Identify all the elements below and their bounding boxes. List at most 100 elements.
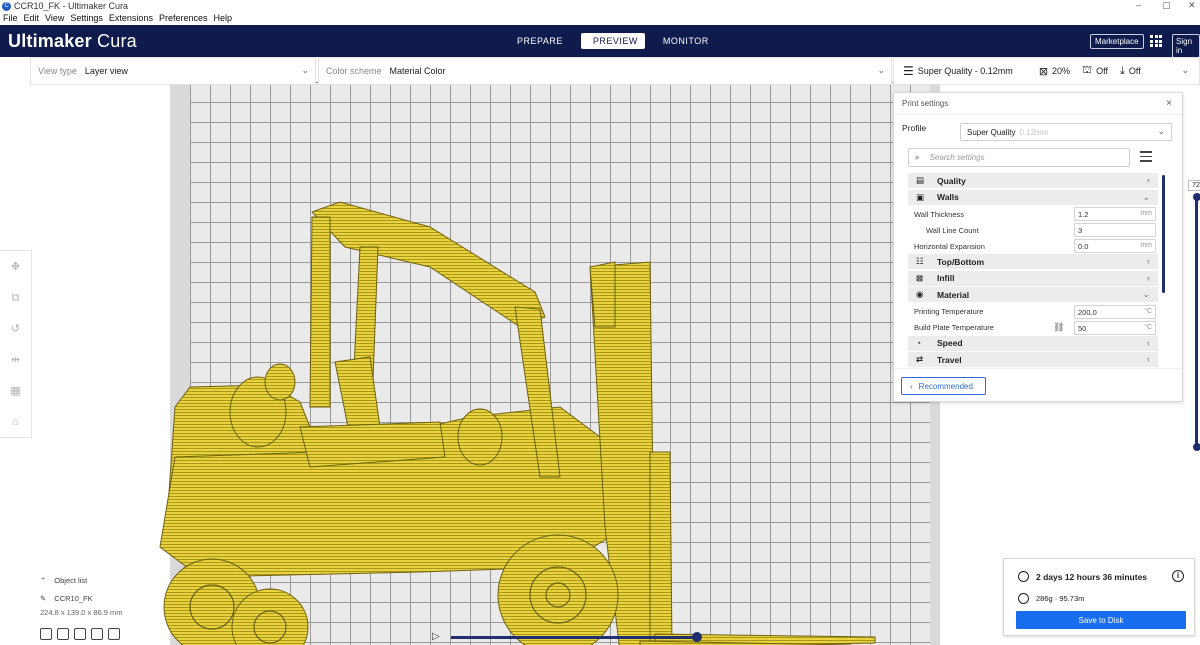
category-walls[interactable]: ▣ Walls ⌄	[908, 189, 1158, 205]
save-to-disk-button[interactable]: Save to Disk	[1016, 611, 1186, 629]
menu-extensions[interactable]: Extensions	[106, 12, 156, 25]
close-window-button[interactable]: ✕	[1188, 0, 1196, 11]
clock-icon	[1018, 571, 1029, 582]
print-settings-footer: ‹ Recommended	[894, 368, 1182, 403]
brand-logo: Ultimaker Cura	[8, 31, 137, 52]
per-model-settings-icon[interactable]: ▦	[9, 384, 23, 398]
menu-file[interactable]: File	[0, 12, 21, 25]
sign-in-button[interactable]: Sign in	[1172, 34, 1200, 58]
setting-name: Wall Line Count	[926, 225, 979, 235]
category-material[interactable]: ◉ Material ⌄	[908, 287, 1158, 302]
settings-scrollbar[interactable]	[1162, 175, 1165, 293]
object-list-item[interactable]: ✎ CCR10_FK	[40, 594, 123, 603]
adhesion-summary-text: Off	[1128, 66, 1141, 76]
menu-view[interactable]: View	[42, 12, 67, 25]
support-blocker-icon[interactable]: ⌂	[9, 415, 23, 429]
color-scheme-value: Material Color	[389, 66, 446, 76]
maximize-button[interactable]: ▢	[1162, 0, 1171, 11]
field-value: 200.0	[1078, 307, 1097, 317]
menu-edit[interactable]: Edit	[21, 12, 43, 25]
category-walls-label: Walls	[937, 192, 959, 202]
layer-number-label[interactable]: 72	[1188, 180, 1200, 191]
object-list-title: Object list	[54, 576, 88, 585]
profile-summary-text: Super Quality - 0.12mm	[917, 66, 1013, 76]
speed-gauge-icon: ◔	[916, 337, 922, 348]
profile-select[interactable]: Super Quality 0.12mm ⌄	[960, 123, 1172, 141]
layer-slider-lower-handle[interactable]	[1193, 443, 1200, 451]
adhesion-icon: ⤓	[1120, 64, 1125, 77]
recommended-label: Recommended	[918, 381, 973, 391]
setting-name: Wall Thickness	[914, 209, 965, 219]
category-travel-label: Travel	[937, 354, 962, 365]
layer-slider-upper-handle[interactable]	[1193, 193, 1200, 201]
category-topbottom[interactable]: ☷ Top/Bottom ‹	[908, 254, 1158, 269]
print-settings-header: Print settings ×	[894, 93, 1182, 115]
build-plate-temperature-field[interactable]: 50 °C	[1074, 320, 1156, 335]
apps-grid-icon[interactable]	[1150, 35, 1162, 47]
printing-temperature-field[interactable]: 200.0 °C	[1074, 304, 1156, 319]
category-quality[interactable]: ▤ Quality ‹	[908, 173, 1158, 188]
setting-wall-thickness: Wall Thickness 1.2 mm	[908, 206, 1158, 222]
support-summary-text: Off	[1096, 66, 1108, 76]
category-travel[interactable]: ⇄ Travel ‹	[908, 352, 1158, 367]
scale-tool-icon[interactable]: ⧉	[9, 291, 23, 305]
chevron-left-icon: ‹	[1147, 175, 1150, 185]
infill-summary: ⊠ 20%	[1039, 65, 1070, 78]
field-unit: mm	[1140, 242, 1152, 249]
info-icon[interactable]: i	[1172, 570, 1184, 582]
search-settings-input[interactable]: ⌕ Search settings	[908, 148, 1130, 167]
layer-path-slider-handle[interactable]	[692, 632, 702, 642]
tab-monitor[interactable]: MONITOR	[651, 33, 721, 49]
chevron-down-icon[interactable]: ⌄	[1181, 65, 1189, 76]
field-value: 3	[1078, 226, 1083, 235]
category-infill[interactable]: ⊠ Infill ‹	[908, 270, 1158, 286]
infill-summary-text: 20%	[1052, 66, 1071, 76]
view-type-value: Layer view	[84, 66, 128, 76]
link-icon[interactable]: ⛓	[1053, 322, 1064, 333]
print-time: 2 days 12 hours 36 minutes	[1018, 571, 1147, 582]
chevron-left-icon: ‹	[1147, 272, 1150, 283]
sliders-icon: ☰	[903, 64, 914, 78]
left-view-cube-icon[interactable]	[91, 628, 103, 640]
marketplace-button[interactable]: Marketplace	[1090, 34, 1144, 49]
menu-preferences[interactable]: Preferences	[156, 12, 211, 25]
color-scheme-select[interactable]: Color scheme Material Color ⌄	[318, 57, 892, 85]
play-icon[interactable]: ▷	[432, 631, 440, 642]
mirror-tool-icon[interactable]: ⇹	[9, 353, 23, 367]
setting-horizontal-expansion: Horizontal Expansion 0.0 mm	[908, 238, 1158, 254]
setting-name: Build Plate Temperature	[914, 323, 994, 332]
category-speed[interactable]: ◔ Speed ‹	[908, 335, 1158, 351]
camera-view-buttons	[40, 628, 120, 640]
object-name: CCR10_FK	[54, 594, 93, 603]
menu-help[interactable]: Help	[210, 12, 235, 25]
print-setup-summary[interactable]: ☰ Super Quality - 0.12mm ⊠ 20% ⛫ Off ⤓ O…	[893, 57, 1200, 85]
layer-slider-track[interactable]	[1195, 195, 1198, 447]
move-tool-icon[interactable]: ✥	[9, 260, 23, 274]
rotate-tool-icon[interactable]: ↺	[9, 322, 23, 336]
print-info-panel: 2 days 12 hours 36 minutes i 286g · 95.7…	[1003, 558, 1195, 636]
view-type-select[interactable]: View type Layer view ⌄	[30, 57, 316, 85]
tab-prepare[interactable]: PREPARE	[505, 33, 575, 49]
settings-visibility-menu-icon[interactable]	[1140, 151, 1152, 163]
material-usage-text: 286g · 95.73m	[1036, 594, 1085, 603]
front-view-cube-icon[interactable]	[57, 628, 69, 640]
profile-summary: ☰ Super Quality - 0.12mm	[903, 64, 1013, 78]
wall-line-count-field[interactable]: 3	[1074, 223, 1156, 237]
layer-path-slider-track[interactable]	[451, 636, 697, 639]
recommended-button[interactable]: ‹ Recommended	[901, 377, 986, 395]
3d-view-cube-icon[interactable]	[40, 628, 52, 640]
chevron-down-icon: ⌄	[1142, 289, 1150, 299]
right-view-cube-icon[interactable]	[108, 628, 120, 640]
profile-select-value: Super Quality	[967, 128, 1016, 137]
horizontal-expansion-field[interactable]: 0.0 mm	[1074, 239, 1156, 253]
setting-wall-line-count: Wall Line Count 3	[908, 222, 1158, 238]
minimize-button[interactable]: –	[1136, 0, 1141, 10]
wall-thickness-field[interactable]: 1.2 mm	[1074, 207, 1156, 221]
close-icon[interactable]: ×	[1166, 98, 1172, 109]
tab-preview[interactable]: PREVIEW	[580, 33, 645, 49]
object-list-toggle[interactable]: ⌃ Object list	[40, 576, 123, 585]
stage-tabs: PREPARE PREVIEW MONITOR	[505, 33, 721, 49]
profile-label: Profile	[902, 123, 927, 133]
top-view-cube-icon[interactable]	[74, 628, 86, 640]
menu-settings[interactable]: Settings	[67, 12, 106, 25]
